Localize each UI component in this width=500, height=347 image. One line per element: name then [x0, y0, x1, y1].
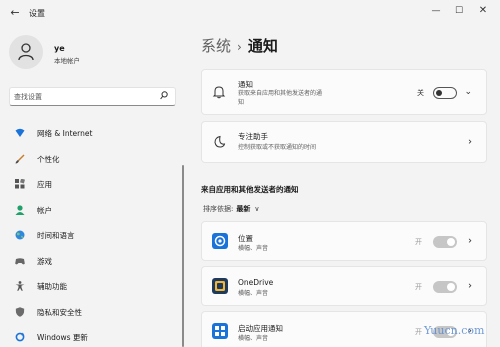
- chevron-right-icon[interactable]: ›: [468, 236, 472, 247]
- page-title: 通知: [247, 37, 278, 55]
- notifications-state: 关: [417, 89, 424, 97]
- person-icon: [18, 43, 34, 61]
- sidebar-item-accounts[interactable]: 帐户: [9, 201, 174, 227]
- chevron-down-icon[interactable]: ⌄: [464, 87, 472, 97]
- sort-label: 排序依据:: [203, 205, 234, 213]
- section-title: 来自应用和其他发送者的通知: [201, 185, 299, 194]
- gamepad-icon: [15, 257, 25, 264]
- sidebar-item-privacy[interactable]: 隐私和安全性: [9, 303, 174, 329]
- sidebar-item-label: 时间和语言: [37, 231, 75, 240]
- app-name: OneDrive: [238, 278, 274, 287]
- sidebar-item-time-language[interactable]: 时间和语言: [9, 226, 174, 252]
- avatar: [9, 35, 43, 69]
- app-toggle[interactable]: [433, 281, 457, 293]
- app-state: 开: [415, 328, 422, 336]
- focus-assist-subtitle: 控制获取或不获取通知的时间: [238, 144, 317, 151]
- sidebar-item-label: 帐户: [37, 205, 52, 215]
- wifi-icon: [15, 128, 25, 137]
- account-type: 本地帐户: [54, 57, 80, 65]
- maximize-button[interactable]: ☐: [447, 2, 471, 20]
- focus-assist-title: 专注助手: [238, 132, 268, 141]
- sidebar-item-accessibility[interactable]: 辅助功能: [9, 277, 174, 303]
- sort-value[interactable]: 最新: [236, 205, 250, 213]
- window-title: 设置: [29, 9, 45, 18]
- minimize-button[interactable]: —: [424, 2, 448, 20]
- chevron-right-icon[interactable]: ›: [468, 137, 472, 148]
- sidebar-item-label: 个性化: [37, 154, 60, 164]
- sidebar-item-label: 应用: [37, 180, 52, 189]
- moon-icon: [214, 135, 226, 148]
- sidebar-item-label: 隐私和安全性: [37, 307, 82, 317]
- sort-selector[interactable]: 排序依据: 最新 ∨: [203, 204, 259, 214]
- sidebar-item-gaming[interactable]: 游戏: [9, 252, 174, 278]
- breadcrumb-parent[interactable]: 系统: [201, 37, 231, 55]
- app-state: 开: [415, 283, 422, 291]
- notifications-card[interactable]: 通知 获取来自应用和其他发送者的通 知 关 ⌄: [201, 69, 487, 115]
- sidebar-item-label: Windows 更新: [37, 333, 88, 342]
- sidebar-scrollbar[interactable]: [182, 165, 184, 347]
- globe-icon: [15, 230, 25, 240]
- watermark: Yuucn.com: [424, 324, 485, 337]
- update-icon: [15, 332, 25, 342]
- sidebar-item-personalization[interactable]: 个性化: [9, 150, 174, 176]
- sidebar-item-apps[interactable]: 应用: [9, 175, 174, 201]
- onedrive-icon: [212, 278, 228, 294]
- toggle-knob: [447, 238, 455, 246]
- app-detail: 横幅、声音: [238, 290, 269, 297]
- app-toggle[interactable]: [433, 236, 457, 248]
- sidebar-nav: 网络 & Internet 个性化 应用 帐户 时间和语言 游戏 辅助功能 隐私…: [9, 124, 174, 347]
- breadcrumb: 系统 › 通知: [201, 35, 278, 56]
- apps-icon: [15, 179, 25, 189]
- close-button[interactable]: ✕: [471, 2, 495, 20]
- focus-assist-card[interactable]: 专注助手 控制获取或不获取通知的时间 ›: [201, 121, 487, 163]
- location-icon: [212, 233, 228, 249]
- shield-icon: [15, 306, 25, 317]
- sidebar-item-label: 游戏: [37, 256, 52, 266]
- chevron-down-icon[interactable]: ∨: [254, 205, 259, 213]
- person-icon: [15, 204, 25, 215]
- user-name: ye: [54, 44, 65, 53]
- breadcrumb-separator: ›: [237, 40, 242, 54]
- search-box[interactable]: [9, 87, 176, 106]
- sidebar-item-label: 网络 & Internet: [37, 129, 93, 138]
- sidebar-item-windows-update[interactable]: Windows 更新: [9, 328, 174, 347]
- app-name: 位置: [238, 234, 253, 243]
- app-notification-location[interactable]: 位置 横幅、声音 开 ›: [201, 221, 487, 261]
- app-state: 开: [415, 238, 422, 246]
- bell-icon: [212, 86, 226, 99]
- title-bar: ← 设置 — ☐ ✕: [0, 0, 500, 26]
- toggle-knob: [436, 90, 442, 96]
- notifications-toggle[interactable]: [433, 87, 457, 99]
- sidebar-item-label: 辅助功能: [37, 282, 67, 291]
- startup-apps-icon: [212, 323, 228, 339]
- toggle-knob: [447, 283, 455, 291]
- sidebar-item-network[interactable]: 网络 & Internet: [9, 124, 174, 150]
- brush-icon: [15, 154, 25, 163]
- accessibility-icon: [15, 281, 25, 291]
- app-notification-onedrive[interactable]: OneDrive 横幅、声音 开 ›: [201, 266, 487, 306]
- app-detail: 横幅、声音: [238, 335, 269, 342]
- search-icon[interactable]: [160, 91, 168, 102]
- app-detail: 横幅、声音: [238, 245, 269, 252]
- search-input[interactable]: [14, 91, 154, 103]
- chevron-right-icon[interactable]: ›: [468, 281, 472, 292]
- back-button[interactable]: ←: [8, 6, 22, 20]
- notifications-subtitle-line2: 知: [238, 99, 245, 106]
- notifications-subtitle-line1: 获取来自应用和其他发送者的通: [238, 90, 323, 97]
- app-name: 启动应用通知: [238, 324, 283, 333]
